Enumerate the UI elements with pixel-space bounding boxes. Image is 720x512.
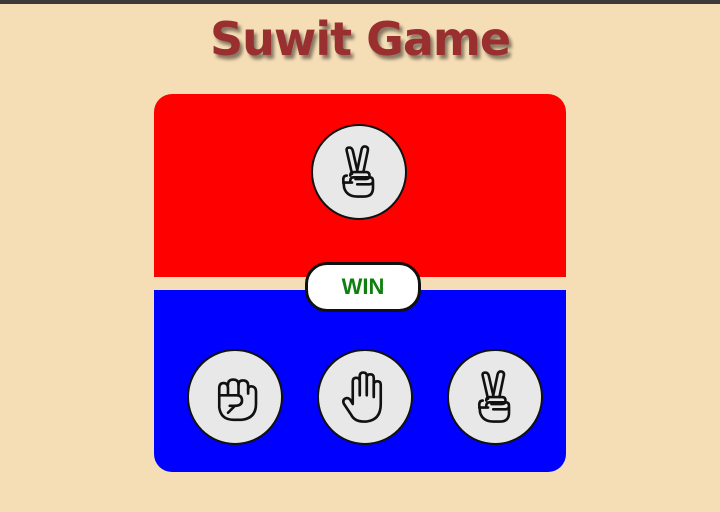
scissors-hand-icon <box>477 370 511 423</box>
paper-hand-icon <box>341 371 383 423</box>
rock-fist-icon <box>217 378 258 422</box>
result-badge: WIN <box>305 262 421 312</box>
game-title: Suwit Game <box>209 12 511 66</box>
opponent-choice <box>311 124 407 220</box>
scissors-button[interactable] <box>447 349 543 445</box>
status-bar-strip <box>0 0 720 4</box>
scissors-hand-icon <box>341 145 375 198</box>
rock-button[interactable] <box>187 349 283 445</box>
paper-button[interactable] <box>317 349 413 445</box>
